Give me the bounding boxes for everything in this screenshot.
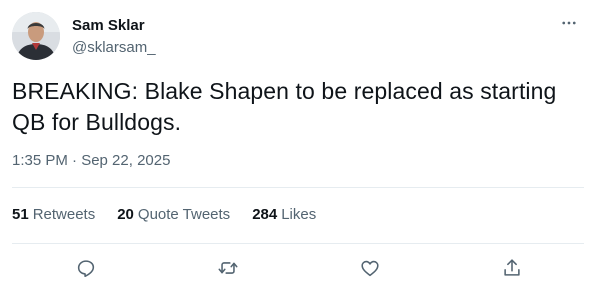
like-button[interactable] [356,254,384,282]
retweets-count: 51 [12,206,29,223]
quote-tweets-count: 20 [117,206,134,223]
retweet-icon [218,262,238,274]
retweets-stat[interactable]: 51 Retweets [12,206,95,224]
divider [12,187,584,188]
reply-icon [77,260,95,278]
tweet-header: Sam Sklar @sklarsam_ [12,12,584,62]
more-horizontal-icon [562,21,576,25]
reply-button[interactable] [72,254,100,282]
more-options-button[interactable] [558,14,580,32]
divider [12,243,584,244]
likes-count: 284 [252,206,278,223]
quote-tweets-stat[interactable]: 20 Quote Tweets [117,206,230,224]
share-icon [504,259,520,276]
like-icon [361,260,379,277]
likes-label: Likes [281,206,317,223]
retweet-button[interactable] [214,254,242,282]
avatar-photo-icon [12,12,60,60]
tweet-text: BREAKING: Blake Shapen to be replaced as… [12,78,557,135]
tweet-timestamp[interactable]: 1:35 PM · Sep 22, 2025 [12,152,170,170]
tweet-actions [12,254,584,282]
retweets-label: Retweets [32,206,96,223]
tweet-stats: 51 Retweets 20 Quote Tweets 284 Likes [12,206,338,224]
quote-tweets-label: Quote Tweets [137,206,231,223]
author-handle[interactable]: @sklarsam_ [72,39,156,57]
avatar[interactable] [12,12,60,60]
author-names: Sam Sklar @sklarsam_ [72,17,156,57]
author-display-name[interactable]: Sam Sklar [72,17,156,35]
share-button[interactable] [498,254,526,282]
likes-stat[interactable]: 284 Likes [252,206,316,224]
